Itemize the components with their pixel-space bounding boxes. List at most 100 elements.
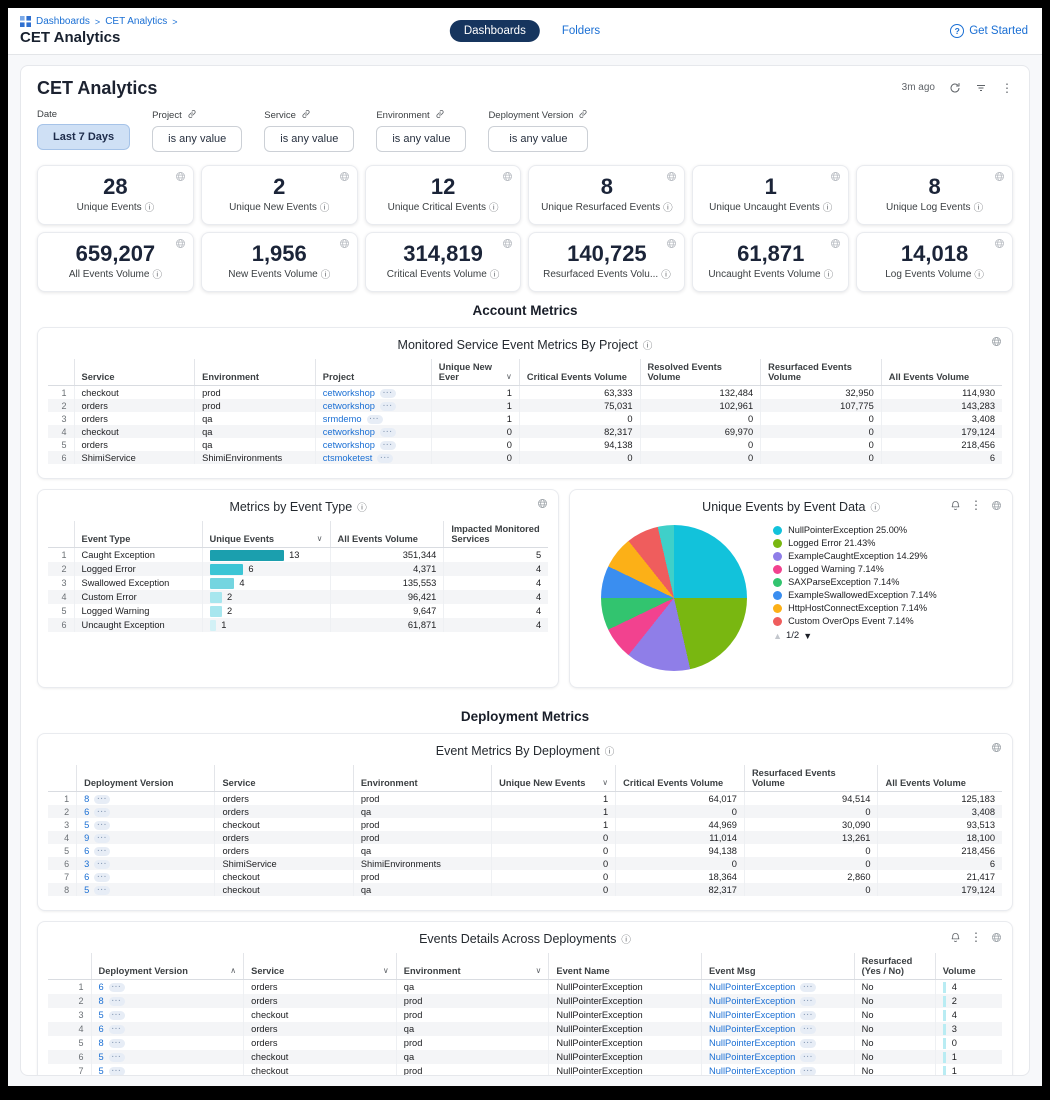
column-header[interactable]: Service — [74, 359, 195, 386]
cell-link[interactable]: 6 — [84, 807, 89, 817]
cell-link[interactable]: NullPointerException — [709, 1052, 795, 1062]
sort-desc-icon[interactable]: ∨ — [536, 966, 542, 975]
column-header[interactable]: Deployment Version — [77, 765, 215, 792]
legend-item[interactable]: ExampleSwallowedException 7.14% — [773, 590, 981, 601]
filter-value[interactable]: is any value — [264, 126, 354, 152]
column-header[interactable]: All Events Volume — [881, 359, 1002, 386]
cell-link[interactable]: cetworkshop — [323, 427, 375, 437]
sort-desc-icon[interactable]: ∨ — [506, 372, 512, 381]
cell-link[interactable]: cetworkshop — [323, 401, 375, 411]
column-header[interactable]: Impacted Monitored Services — [444, 521, 548, 548]
column-header[interactable]: Environment∨ — [396, 953, 549, 980]
more-actions-pill[interactable]: ··· — [109, 1039, 125, 1048]
cell-link[interactable]: cetworkshop — [323, 388, 375, 398]
more-actions-pill[interactable]: ··· — [94, 860, 110, 869]
more-actions-pill[interactable]: ··· — [377, 454, 393, 463]
column-header[interactable]: All Events Volume — [330, 521, 444, 548]
globe-icon[interactable] — [537, 498, 548, 509]
legend-item[interactable]: ExampleCaughtException 14.29% — [773, 551, 981, 562]
cell-link[interactable]: 6 — [99, 982, 104, 992]
sort-desc-icon[interactable]: ∨ — [602, 778, 608, 787]
column-header[interactable]: Volume — [935, 953, 1002, 980]
more-actions-pill[interactable]: ··· — [94, 873, 110, 882]
kebab-menu-icon[interactable]: ⋮ — [1001, 81, 1013, 95]
cell-link[interactable]: NullPointerException — [709, 1038, 795, 1048]
cell-link[interactable]: NullPointerException — [709, 1066, 795, 1076]
more-actions-pill[interactable]: ··· — [800, 1025, 816, 1034]
tab-dashboards[interactable]: Dashboards — [450, 20, 540, 42]
cell-link[interactable]: NullPointerException — [709, 996, 795, 1006]
cell-link[interactable]: 5 — [99, 1052, 104, 1062]
column-header[interactable]: Critical Events Volume — [616, 765, 745, 792]
legend-item[interactable]: SAXParseException 7.14% — [773, 577, 981, 588]
cell-link[interactable]: 8 — [84, 794, 89, 804]
more-actions-pill[interactable]: ··· — [800, 1011, 816, 1020]
legend-item[interactable]: Custom OverOps Event 7.14% — [773, 616, 981, 627]
cell-link[interactable]: NullPointerException — [709, 982, 795, 992]
column-header[interactable]: Service∨ — [244, 953, 397, 980]
column-header[interactable]: Event Msg — [702, 953, 855, 980]
column-header[interactable]: Environment — [353, 765, 491, 792]
globe-icon[interactable] — [502, 171, 513, 182]
column-header[interactable]: Service — [215, 765, 353, 792]
column-header[interactable]: Unique New Ever∨ — [431, 359, 519, 386]
column-header[interactable]: Deployment Version∧ — [91, 953, 244, 980]
globe-icon[interactable] — [339, 238, 350, 249]
more-actions-pill[interactable]: ··· — [800, 1067, 816, 1076]
cell-link[interactable]: 6 — [99, 1024, 104, 1034]
column-header[interactable]: Resurfaced Events Volume — [744, 765, 878, 792]
column-header[interactable]: Project — [315, 359, 431, 386]
more-actions-pill[interactable]: ··· — [109, 997, 125, 1006]
cell-link[interactable]: 5 — [99, 1066, 104, 1076]
legend-item[interactable]: Logged Warning 7.14% — [773, 564, 981, 575]
cell-link[interactable]: 3 — [84, 859, 89, 869]
more-actions-pill[interactable]: ··· — [109, 1025, 125, 1034]
more-actions-pill[interactable]: ··· — [94, 795, 110, 804]
more-actions-pill[interactable]: ··· — [380, 389, 396, 398]
column-header[interactable]: Event Type — [74, 521, 202, 548]
get-started-link[interactable]: Get Started — [969, 25, 1028, 37]
column-header[interactable]: Event Name — [549, 953, 702, 980]
globe-icon[interactable] — [175, 171, 186, 182]
dashboards-grid-icon[interactable] — [20, 16, 31, 27]
more-actions-pill[interactable]: ··· — [94, 808, 110, 817]
more-actions-pill[interactable]: ··· — [94, 834, 110, 843]
cell-link[interactable]: cetworkshop — [323, 440, 375, 450]
legend-page-down-icon[interactable]: ▼ — [803, 631, 812, 641]
filter-value[interactable]: is any value — [376, 126, 466, 152]
globe-icon[interactable] — [991, 742, 1002, 753]
kebab-menu-icon[interactable]: ⋮ — [970, 498, 982, 512]
cell-link[interactable]: 5 — [84, 820, 89, 830]
globe-icon[interactable] — [994, 171, 1005, 182]
cell-link[interactable]: 6 — [84, 846, 89, 856]
tab-folders[interactable]: Folders — [562, 25, 600, 37]
globe-icon[interactable] — [991, 500, 1002, 511]
column-header[interactable]: All Events Volume — [878, 765, 1002, 792]
globe-icon[interactable] — [666, 238, 677, 249]
globe-icon[interactable] — [339, 171, 350, 182]
more-actions-pill[interactable]: ··· — [380, 428, 396, 437]
bell-icon[interactable] — [950, 500, 961, 511]
more-actions-pill[interactable]: ··· — [109, 1011, 125, 1020]
globe-icon[interactable] — [994, 238, 1005, 249]
cell-link[interactable]: 5 — [99, 1010, 104, 1020]
more-actions-pill[interactable]: ··· — [380, 402, 396, 411]
filter-value[interactable]: Last 7 Days — [37, 124, 130, 150]
sort-asc-icon[interactable]: ∧ — [230, 966, 236, 975]
globe-icon[interactable] — [666, 171, 677, 182]
column-header[interactable]: Resurfaced (Yes / No) — [854, 953, 935, 980]
more-actions-pill[interactable]: ··· — [94, 847, 110, 856]
globe-icon[interactable] — [991, 932, 1002, 943]
cell-link[interactable]: NullPointerException — [709, 1010, 795, 1020]
column-header[interactable]: Unique Events∨ — [202, 521, 330, 548]
column-header[interactable]: Unique New Events∨ — [492, 765, 616, 792]
more-actions-pill[interactable]: ··· — [800, 997, 816, 1006]
column-header[interactable]: Environment — [195, 359, 316, 386]
breadcrumb-dashboards[interactable]: Dashboards — [36, 16, 90, 27]
column-header[interactable]: Resolved Events Volume — [640, 359, 761, 386]
legend-item[interactable]: Logged Error 21.43% — [773, 538, 981, 549]
filter-icon[interactable] — [975, 82, 987, 94]
cell-link[interactable]: 8 — [99, 1038, 104, 1048]
more-actions-pill[interactable]: ··· — [109, 983, 125, 992]
kebab-menu-icon[interactable]: ⋮ — [970, 930, 982, 944]
